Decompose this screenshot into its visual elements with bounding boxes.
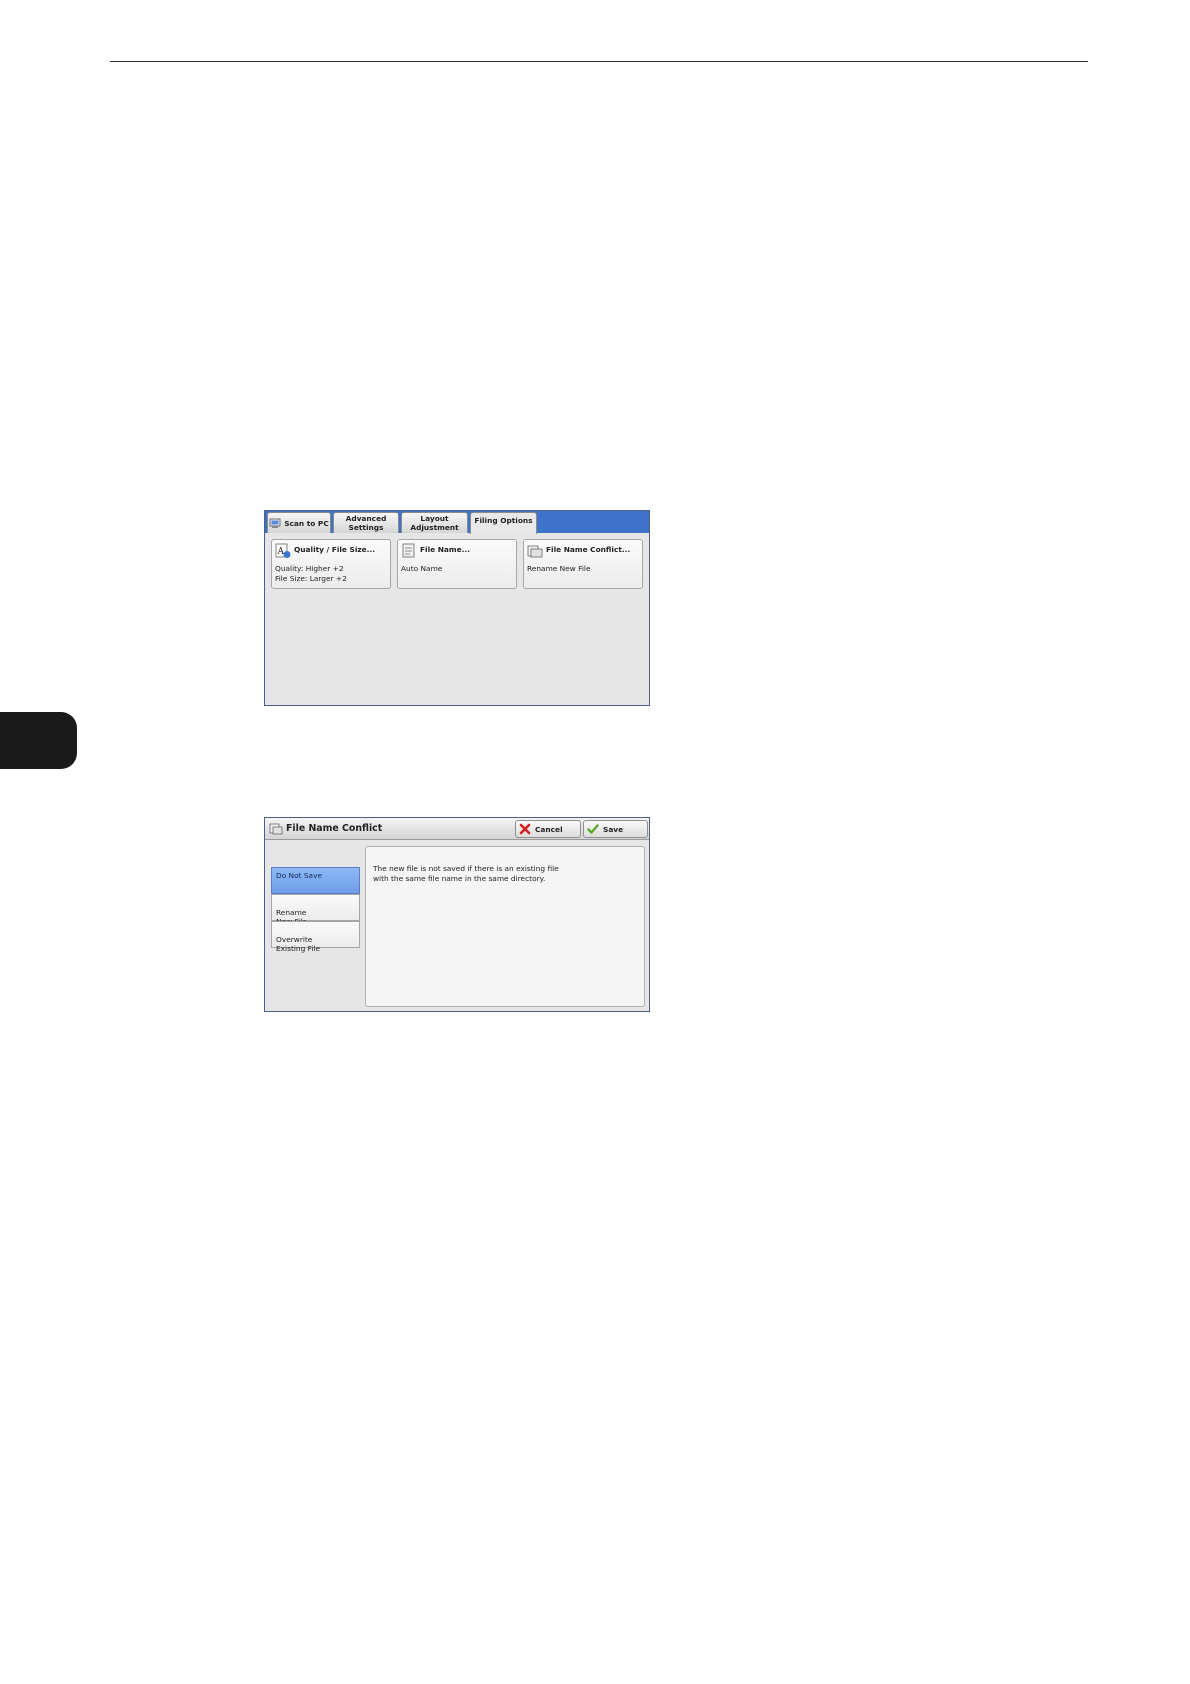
svg-text:A: A (277, 547, 285, 557)
tab-label: Advanced Settings (345, 514, 387, 532)
tab-layout-adjustment[interactable]: Layout Adjustment (401, 512, 468, 533)
button-value: File Size: Larger +2 (275, 574, 347, 583)
chapter-tab (0, 712, 77, 769)
button-title: File Name... (420, 545, 471, 554)
header-rule (110, 61, 1088, 62)
screen-title: File Name Conflict (286, 823, 383, 834)
file-name-conflict-icon (527, 545, 543, 558)
file-name-button[interactable]: File Name... Auto Name (397, 539, 517, 589)
tab-bar: Scan to PC Advanced Settings Layout Adju… (265, 511, 649, 534)
option-rename-new-file[interactable]: Rename New File (271, 894, 360, 926)
tab-scan-to-pc[interactable]: Scan to PC (267, 512, 331, 533)
scan-to-pc-icon (269, 518, 281, 528)
button-value: Auto Name (401, 564, 443, 573)
cancel-button[interactable]: Cancel (515, 820, 581, 838)
file-name-conflict-icon (269, 823, 283, 835)
button-title: File Name Conflict... (546, 545, 631, 554)
button-value: Quality: Higher +2 (275, 564, 344, 573)
button-title: Quality / File Size... (294, 545, 376, 554)
title-bar: File Name Conflict Cancel Save (265, 818, 649, 840)
tab-filing-options[interactable]: Filing Options (470, 512, 537, 534)
save-button[interactable]: Save (583, 820, 648, 838)
option-label: Do Not Save (276, 871, 323, 880)
quality-file-size-icon: A (275, 543, 291, 558)
option-do-not-save[interactable]: Do Not Save (271, 867, 360, 894)
quality-file-size-button[interactable]: A Quality / File Size... Quality: Higher… (271, 539, 391, 589)
tab-label: Scan to PC (284, 518, 329, 528)
file-name-conflict-button[interactable]: File Name Conflict... Rename New File (523, 539, 643, 589)
option-label: Overwrite Existing File (276, 934, 320, 954)
description-text: The new file is not saved if there is an… (373, 864, 559, 883)
close-icon (519, 823, 531, 835)
file-name-icon (402, 543, 415, 558)
cancel-label: Cancel (535, 824, 563, 834)
option-overwrite-existing-file[interactable]: Overwrite Existing File (271, 921, 360, 953)
tab-label: Layout Adjustment (410, 514, 459, 532)
tab-label: Filing Options (474, 516, 533, 525)
filing-options-screen: Scan to PC Advanced Settings Layout Adju… (264, 510, 650, 706)
tab-advanced-settings[interactable]: Advanced Settings (333, 512, 399, 533)
checkmark-icon (587, 824, 599, 834)
description-panel: The new file is not saved if there is an… (365, 846, 645, 1007)
save-label: Save (603, 824, 624, 834)
file-name-conflict-screen: File Name Conflict Cancel Save Do Not Sa… (264, 817, 650, 1012)
button-value: Rename New File (527, 564, 591, 573)
